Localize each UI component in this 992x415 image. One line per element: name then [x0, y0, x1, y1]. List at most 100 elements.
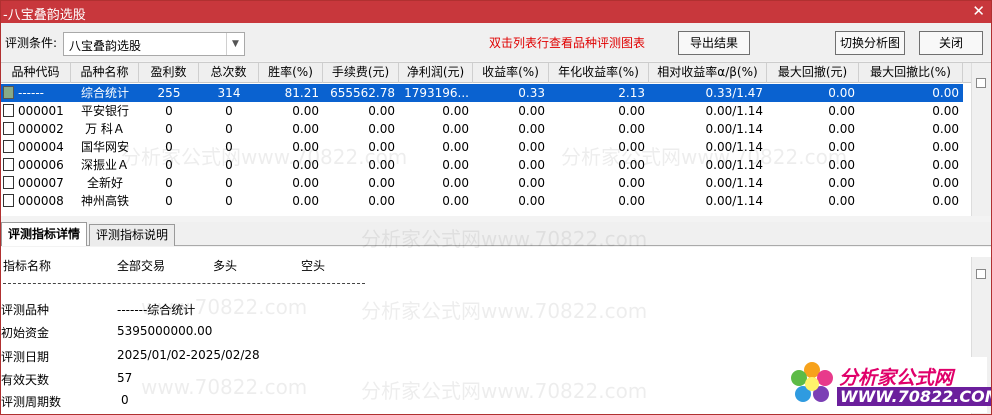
cell-code: 000008 — [1, 192, 71, 210]
detail-value: -------综合统计 — [117, 303, 196, 317]
cell-winrate: 0.00 — [292, 194, 319, 208]
cell-total: 0 — [225, 140, 233, 154]
document-icon — [3, 122, 14, 135]
table-row[interactable]: 000002 万 科Ａ 0 0 0.00 0.00 0.00 0.00 0.00 0.00/1.1… — [1, 120, 963, 138]
switch-chart-button[interactable]: 切换分析图 — [835, 31, 905, 55]
detail-label: 有效天数 — [1, 373, 50, 387]
table-row[interactable]: 000007 全新好 0 0 0.00 0.00 0.00 0.00 0.00 0.00/1.14… — [1, 174, 963, 192]
cell-annual: 0.00 — [618, 122, 645, 136]
cell-fee: 0.00 — [368, 194, 395, 208]
document-icon — [3, 140, 14, 153]
cell-winrate: 0.00 — [292, 140, 319, 154]
cell-relative: 0.00/1.14 — [705, 176, 763, 190]
col-header-profit[interactable]: 净利润(元) — [399, 63, 473, 83]
cell-ret: 0.00 — [518, 176, 545, 190]
table-row[interactable]: ------ 综合统计 255 314 81.21 655562.78 1793196...… — [1, 84, 963, 102]
scrollbar-thumb[interactable] — [976, 78, 986, 88]
cell-profit: 0.00 — [442, 122, 469, 136]
cell-name: 深振业Ａ — [80, 158, 129, 172]
cell-annual: 0.00 — [618, 140, 645, 154]
cell-fee: 0.00 — [368, 140, 395, 154]
cell-maxdd: 0.00 — [828, 104, 855, 118]
close-button[interactable]: 关闭 — [919, 31, 983, 55]
col-header-code[interactable]: 品种代码 — [1, 63, 71, 83]
table-row[interactable]: 000008 神州高铁 0 0 0.00 0.00 0.00 0.00 0.00 0.00/1.1… — [1, 192, 963, 210]
cell-winrate: 81.21 — [284, 86, 319, 100]
table-row[interactable]: 000001 平安银行 0 0 0.00 0.00 0.00 0.00 0.00 0.00/1.1… — [1, 102, 963, 120]
col-header-wins[interactable]: 盈利数 — [139, 63, 199, 83]
cell-total: 0 — [225, 104, 233, 118]
scrollbar-thumb[interactable] — [976, 269, 986, 279]
cell-name: 万 科Ａ — [85, 122, 125, 136]
col-header-name[interactable]: 品种名称 — [71, 63, 139, 83]
cell-maxddr: 0.00 — [932, 176, 959, 190]
cell-ret: 0.00 — [518, 140, 545, 154]
cell-winrate: 0.00 — [292, 158, 319, 172]
cell-profit: 0.00 — [442, 104, 469, 118]
cell-relative: 0.33/1.47 — [705, 86, 763, 100]
window-title: -八宝叠韵选股 — [3, 8, 86, 23]
cell-maxdd: 0.00 — [828, 158, 855, 172]
cell-annual: 0.00 — [618, 158, 645, 172]
col-header-maxddr[interactable]: 最大回撤比(%) — [859, 63, 963, 83]
detail-header-long: 多头 — [213, 259, 238, 273]
col-header-winrate[interactable]: 胜率(%) — [259, 63, 323, 83]
cell-code: ------ — [1, 84, 71, 102]
app-window: -八宝叠韵选股 ✕ 评测条件: 八宝叠韵选股 ▼ 双击列表行查看品种评测图表 导… — [0, 0, 992, 415]
cell-relative: 0.00/1.14 — [705, 140, 763, 154]
toolbar: 评测条件: 八宝叠韵选股 ▼ 双击列表行查看品种评测图表 导出结果 切换分析图 … — [1, 23, 991, 61]
detail-label: 初始资金 — [1, 326, 50, 340]
cell-maxdd: 0.00 — [828, 194, 855, 208]
detail-header-short: 空头 — [301, 259, 326, 273]
col-header-relative[interactable]: 相对收益率α/β(%) — [649, 63, 767, 83]
cell-annual: 0.00 — [618, 176, 645, 190]
cell-fee: 0.00 — [368, 176, 395, 190]
cell-code: 000006 — [1, 156, 71, 174]
cell-winrate: 0.00 — [292, 104, 319, 118]
cell-maxddr: 0.00 — [932, 194, 959, 208]
cell-profit: 0.00 — [442, 140, 469, 154]
cell-relative: 0.00/1.14 — [705, 158, 763, 172]
document-icon — [3, 158, 14, 171]
cell-wins: 0 — [165, 140, 173, 154]
cell-total: 314 — [217, 86, 241, 100]
col-header-annual[interactable]: 年化收益率(%) — [549, 63, 649, 83]
tab-details[interactable]: 评测指标详情 — [1, 222, 88, 246]
cell-profit: 0.00 — [442, 158, 469, 172]
export-button[interactable]: 导出结果 — [678, 31, 750, 55]
cell-name: 综合统计 — [80, 86, 129, 100]
cell-name: 神州高铁 — [80, 194, 129, 208]
cell-winrate: 0.00 — [292, 122, 319, 136]
tab-description[interactable]: 评测指标说明 — [89, 224, 176, 246]
cell-ret: 0.00 — [518, 122, 545, 136]
divider — [3, 283, 365, 284]
cell-maxddr: 0.00 — [932, 104, 959, 118]
logo-text: 分析家公式网 — [839, 367, 954, 389]
condition-select[interactable]: 八宝叠韵选股 ▼ — [63, 32, 245, 56]
col-header-return[interactable]: 收益率(%) — [473, 63, 549, 83]
cell-annual: 0.00 — [618, 194, 645, 208]
col-header-total[interactable]: 总次数 — [199, 63, 259, 83]
col-header-fee[interactable]: 手续费(元) — [323, 63, 399, 83]
table-row[interactable]: 000004 国华网安 0 0 0.00 0.00 0.00 0.00 0.00 0.00/1.1… — [1, 138, 963, 156]
detail-value: 57 — [117, 371, 133, 385]
cell-wins: 0 — [165, 158, 173, 172]
detail-value: 2025/01/02-2025/02/28 — [117, 348, 260, 362]
cell-maxddr: 0.00 — [932, 86, 959, 100]
table-row[interactable]: 000006 深振业Ａ 0 0 0.00 0.00 0.00 0.00 0.00 0.00/1.1… — [1, 156, 963, 174]
cell-winrate: 0.00 — [292, 176, 319, 190]
chevron-down-icon[interactable]: ▼ — [226, 33, 244, 55]
detail-value: 5395000000.00 — [117, 324, 213, 338]
cell-fee: 0.00 — [368, 122, 395, 136]
detail-label: 评测品种 — [1, 303, 50, 317]
cell-ret: 0.00 — [518, 194, 545, 208]
cell-name: 全新好 — [86, 176, 123, 190]
close-icon[interactable]: ✕ — [972, 2, 985, 20]
cell-total: 0 — [225, 122, 233, 136]
cell-code: 000007 — [1, 174, 71, 192]
document-icon — [3, 86, 14, 99]
col-header-maxdd[interactable]: 最大回撤(元) — [767, 63, 859, 83]
cell-wins: 0 — [165, 104, 173, 118]
table-scrollbar[interactable] — [971, 63, 991, 216]
cell-maxddr: 0.00 — [932, 158, 959, 172]
